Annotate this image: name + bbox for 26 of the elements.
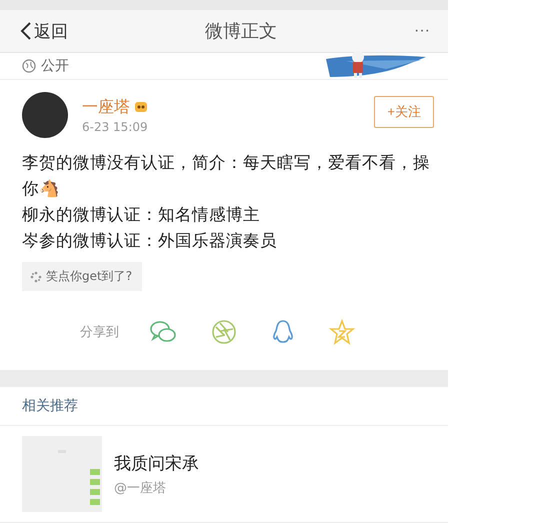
follow-button[interactable]: +关注: [374, 96, 434, 128]
share-label: 分享到: [80, 324, 119, 341]
author-name[interactable]: 一座塔: [82, 96, 130, 118]
section-heading: 相关推荐: [0, 387, 448, 426]
post-text: 柳永的微博认证：知名情感博主: [22, 204, 261, 226]
related-author: @一座塔: [114, 480, 167, 496]
post-text: 岑参的微博认证：外国乐器演奏员: [22, 230, 278, 252]
topic-tag[interactable]: 笑点你get到了?: [22, 262, 142, 291]
post-text: 李贺的微博没有认证，简介：每天瞎写，爱看不看，操你🐴: [22, 152, 431, 200]
related-title: 我质问宋承: [114, 452, 199, 474]
badge-icon: [134, 101, 148, 113]
star-icon[interactable]: [329, 319, 355, 345]
post-time: 6-23 15:09: [82, 120, 149, 134]
globe-icon: [22, 59, 36, 73]
penguin-icon[interactable]: [271, 319, 295, 345]
avatar[interactable]: [22, 92, 68, 138]
back-chevron-icon: [20, 21, 32, 41]
related-item[interactable]: 我质问宋承 @一座塔: [0, 426, 448, 523]
page-title: 微博正文: [205, 20, 277, 43]
visibility-label: 公开: [41, 57, 69, 75]
aperture-icon[interactable]: [211, 319, 237, 345]
sparkle-icon: [30, 270, 42, 282]
more-button[interactable]: ···: [414, 22, 430, 40]
tag-label: 笑点你get到了?: [46, 268, 132, 285]
back-link[interactable]: 返回: [20, 20, 68, 42]
chat-bubbles-icon[interactable]: [149, 319, 177, 345]
